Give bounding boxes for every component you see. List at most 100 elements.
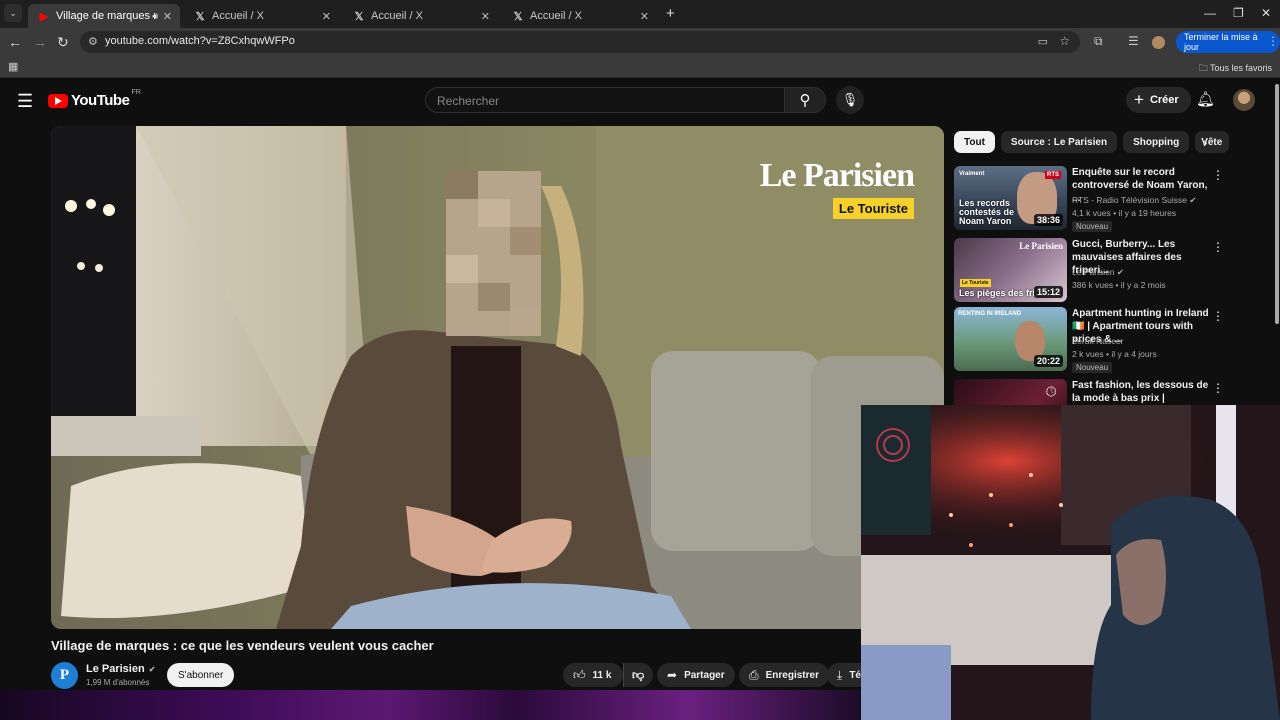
rec-channel[interactable]: Zerak Naseer (1072, 336, 1124, 346)
folder-icon: 🗀︎ (1198, 63, 1208, 73)
chip-source[interactable]: Source : Le Parisien (1000, 131, 1118, 153)
more-options-icon[interactable]: ⋮ (1212, 309, 1224, 323)
search-button[interactable]: ⚲ (784, 87, 826, 113)
verified-icon: ✔ (1189, 195, 1197, 205)
maximize-icon[interactable]: ❐ (1233, 6, 1244, 20)
duration: 20:22 (1033, 355, 1063, 367)
chevron-right-icon[interactable]: › (1203, 135, 1207, 150)
rec-channel-row[interactable]: Le Parisien ✔ (1072, 267, 1124, 278)
tab-label: Village de marques : ce que (56, 10, 156, 22)
x-logo-icon: 𝕏 (513, 10, 523, 23)
rec-meta: 2 k vues • il y a 4 jours (1072, 349, 1157, 359)
video-thumbnail[interactable]: Le Parisien Le Touriste Les pièges des f… (954, 238, 1067, 302)
rec-meta: 4,1 k vues • il y a 19 heures (1072, 208, 1177, 218)
more-options-icon[interactable]: ⋮ (1212, 168, 1224, 182)
speaker-icon: 🔊︎ (152, 10, 158, 21)
new-badge: Nouveau (1072, 362, 1113, 373)
back-icon[interactable]: ← (8, 34, 22, 50)
tab-label: Accueil / X (212, 10, 264, 22)
youtube-header: ☰ YouTube FR Rechercher ⚲ 🎙︎ + Créer 🔔︎ (0, 80, 1280, 120)
new-tab-icon[interactable]: + (666, 5, 675, 22)
tab-x-2[interactable]: 𝕏 Accueil / X ✕ (343, 4, 498, 28)
site-info-icon[interactable]: ⚙ (88, 35, 98, 48)
dislike-button[interactable]: 👎︎ (623, 663, 653, 687)
like-count: 11 k (592, 669, 612, 681)
video-title: Village de marques : ce que les vendeurs… (51, 638, 434, 653)
brand-name: Le Parisien (759, 157, 915, 194)
youtube-play-icon (48, 93, 68, 108)
le-parisien-watermark: Le Parisien Le Touriste (759, 157, 915, 219)
extensions-icon[interactable]: ⧉ (1094, 34, 1103, 49)
thumb-text: Les records contestés de Noam Yaron (959, 198, 1015, 226)
tab-label: Accueil / X (530, 10, 582, 22)
thumbs-down-icon: 👎︎ (632, 667, 645, 682)
video-thumbnail[interactable]: RENTING IN IRELAND 20:22 (954, 307, 1067, 371)
search-input[interactable]: Rechercher (425, 87, 785, 113)
share-icon: ➦ (667, 668, 678, 682)
cast-icon[interactable]: ▭ (1038, 35, 1048, 48)
recommendation-item[interactable]: Le Parisien Le Touriste Les pièges des f… (954, 238, 1244, 304)
save-button[interactable]: ⎙ Enregistrer (739, 663, 829, 687)
channel-name-row[interactable]: Le Parisien ✔ (86, 663, 155, 675)
like-button[interactable]: 👍︎ 11 k (563, 663, 623, 687)
tab-search-icon[interactable]: ⌄ (4, 4, 22, 22)
video-player[interactable]: Le Parisien Le Touriste (51, 126, 944, 629)
close-tab-icon[interactable]: ✕ (481, 10, 490, 23)
more-options-icon[interactable]: ⋮ (1212, 381, 1224, 395)
youtube-wordmark: YouTube (71, 92, 130, 109)
recommendation-item[interactable]: RENTING IN IRELAND 20:22 Apartment hunti… (954, 307, 1244, 373)
forward-icon[interactable]: → (33, 34, 47, 50)
reload-icon[interactable]: ↻ (57, 34, 69, 51)
thumb-logo: Le Parisien (1019, 241, 1063, 251)
create-button[interactable]: + Créer (1126, 87, 1191, 113)
more-options-icon[interactable]: ⋮ (1212, 240, 1224, 254)
youtube-logo[interactable]: YouTube FR (48, 89, 141, 109)
voice-search-button[interactable]: 🎙︎ (836, 86, 864, 114)
watch-later-clock-icon[interactable]: 🕓︎ (1046, 384, 1056, 400)
menu-icon[interactable]: ☰ (17, 91, 33, 112)
profile-avatar-icon[interactable] (1152, 36, 1165, 49)
verified-icon: ✔ (1116, 267, 1125, 277)
chip-shopping[interactable]: Shopping (1123, 131, 1190, 153)
rec-channel-row[interactable]: RTS - Radio Télévision Suisse ✔ (1072, 195, 1196, 206)
verified-icon: ✔ (148, 665, 156, 674)
page-scrollbar[interactable] (1275, 84, 1279, 324)
chip-clothing[interactable]: Vête (1195, 131, 1230, 153)
subscribe-button[interactable]: S'abonner (167, 663, 235, 687)
apps-grid-icon[interactable]: ▦ (8, 60, 18, 73)
browser-toolbar: ← → ↻ ⚙ youtube.com/watch?v=Z8CxhqwWFPo … (0, 28, 1280, 56)
update-button[interactable]: Terminer la mise à jour (1176, 31, 1280, 53)
bookmark-icon: ⎙ (749, 667, 759, 682)
channel-name: Le Parisien (86, 663, 145, 675)
close-window-icon[interactable]: ✕ (1261, 6, 1271, 20)
create-label: Créer (1149, 94, 1179, 106)
channel-avatar[interactable]: P (51, 662, 78, 689)
minimize-icon[interactable]: — (1204, 6, 1216, 20)
microphone-icon: 🎙︎ (841, 92, 859, 107)
close-tab-icon[interactable]: ✕ (163, 10, 172, 23)
browser-menu-icon[interactable]: ⋮ (1267, 34, 1279, 48)
account-avatar[interactable] (1233, 89, 1255, 111)
address-bar[interactable]: ⚙ youtube.com/watch?v=Z8CxhqwWFPo ▭ ☆ (80, 31, 1080, 53)
share-button[interactable]: ➦ Partager (657, 663, 735, 687)
background-decoration (0, 690, 860, 720)
download-label: Té (849, 669, 861, 681)
save-label: Enregistrer (765, 669, 819, 681)
reading-list-icon[interactable]: ☰ (1128, 34, 1139, 48)
thumb-tag: RENTING IN IRELAND (958, 311, 1021, 317)
notifications-bell-icon[interactable]: 🔔︎ (1196, 90, 1215, 108)
tab-youtube[interactable]: ▶ Village de marques : ce que 🔊︎ ✕ (28, 4, 180, 28)
plus-icon: + (1134, 90, 1144, 109)
bookmark-star-icon[interactable]: ☆ (1059, 34, 1070, 48)
chip-all[interactable]: Tout (954, 131, 995, 153)
tab-x-1[interactable]: 𝕏 Accueil / X ✕ (184, 4, 339, 28)
video-thumbnail[interactable]: Vraiment RTS Les records contestés de No… (954, 166, 1067, 230)
tab-x-3[interactable]: 𝕏 Accueil / X ✕ (502, 4, 657, 28)
close-tab-icon[interactable]: ✕ (640, 10, 649, 23)
thumb-tag: Vraiment (959, 171, 985, 177)
recommendation-item[interactable]: Vraiment RTS Les records contestés de No… (954, 166, 1244, 232)
rec-channel: Le Parisien (1072, 267, 1115, 277)
close-tab-icon[interactable]: ✕ (322, 10, 331, 23)
filter-chips: Tout Source : Le Parisien Shopping Vête (954, 131, 1230, 153)
all-bookmarks[interactable]: 🗀︎ Tous les favoris (1199, 61, 1272, 77)
